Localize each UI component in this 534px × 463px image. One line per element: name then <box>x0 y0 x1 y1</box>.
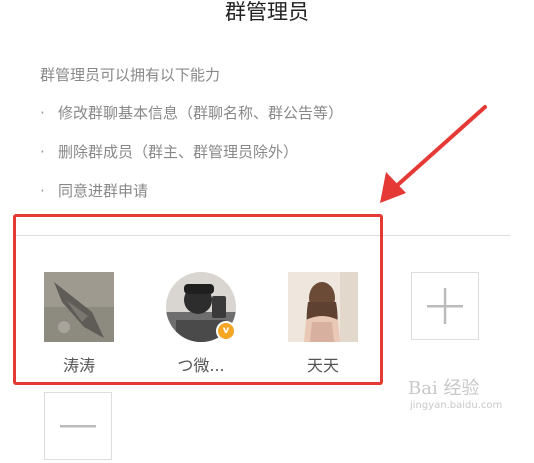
arrow-annotation <box>380 105 487 203</box>
watermark-logo: Bai 经验 <box>408 378 480 399</box>
watermark-url: jingyan.baidu.com <box>410 400 503 411</box>
